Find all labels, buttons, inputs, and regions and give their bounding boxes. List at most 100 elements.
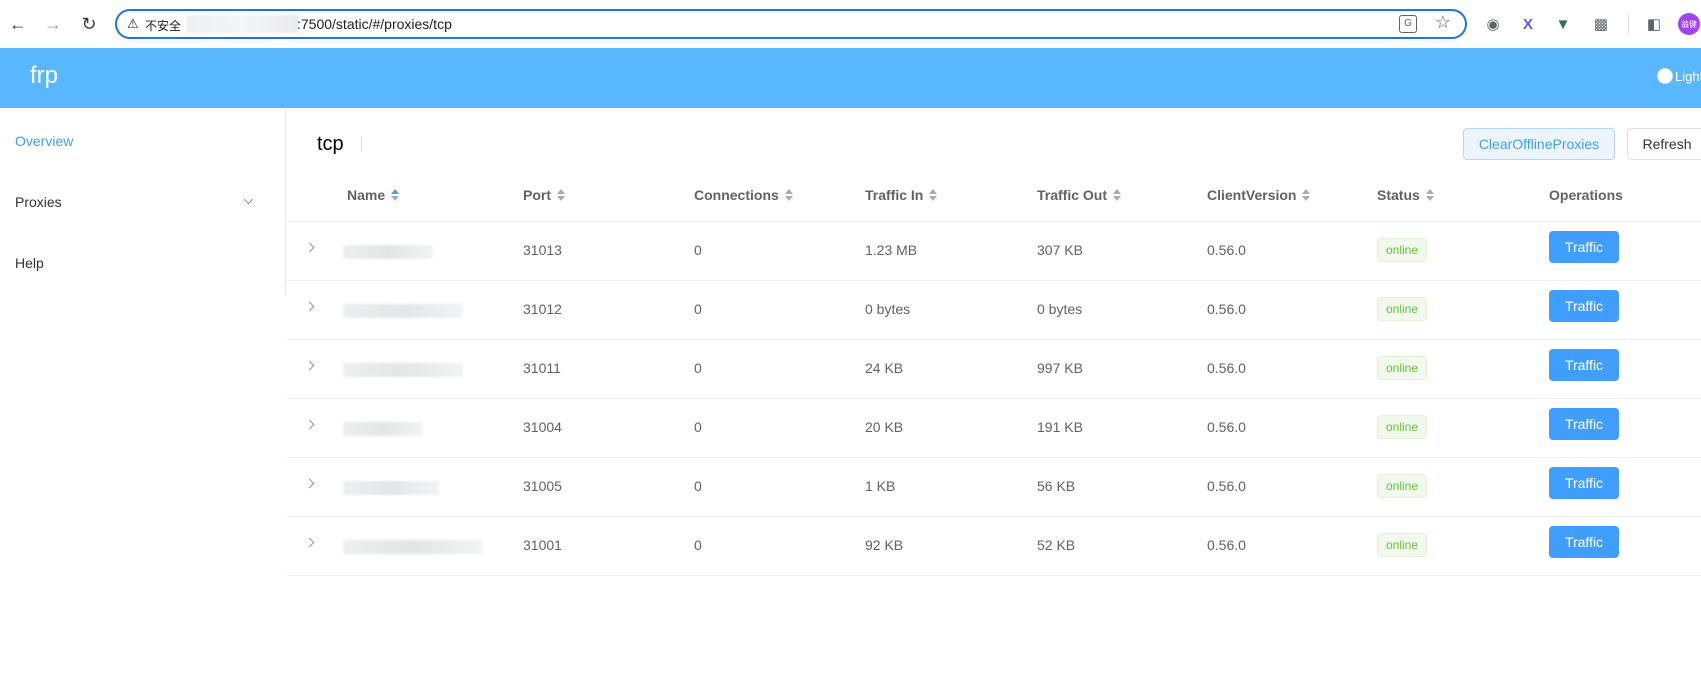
table-row: 31001 0 92 KB 52 KB 0.56.0 online Traffi… [287, 517, 1701, 576]
sort-icon[interactable] [1113, 189, 1122, 201]
column-header-status[interactable]: Status [1377, 187, 1434, 203]
proxy-name-redacted [343, 481, 439, 495]
vue-extension-icon[interactable]: ▼ [1552, 13, 1574, 35]
column-label: Name [347, 187, 386, 203]
column-header-client-version[interactable]: ClientVersion [1207, 187, 1311, 203]
port-cell: 31005 [523, 478, 562, 494]
chevron-down-icon[interactable] [244, 195, 253, 204]
port-cell: 31004 [523, 419, 562, 435]
traffic-button[interactable]: Traffic [1549, 349, 1619, 381]
traffic-in-cell: 1 KB [865, 478, 896, 494]
status-badge: online [1377, 356, 1428, 380]
status-badge: online [1377, 533, 1428, 557]
side-panel-icon[interactable]: ◧ [1643, 13, 1665, 35]
traffic-button[interactable]: Traffic [1549, 408, 1619, 440]
forward-arrow-icon[interactable]: → [41, 12, 65, 36]
insecure-label[interactable]: 不安全 [145, 17, 181, 34]
sidebar-item-overview[interactable]: Overview [15, 133, 73, 149]
client-version-cell: 0.56.0 [1207, 537, 1246, 553]
reload-icon[interactable]: ↻ [77, 12, 101, 36]
client-version-cell: 0.56.0 [1207, 478, 1246, 494]
sidebar-item-proxies[interactable]: Proxies [15, 194, 62, 210]
puzzle-extension-icon[interactable]: ▩ [1590, 13, 1612, 35]
warning-icon[interactable]: ⚠ [127, 16, 139, 32]
x-extension-icon[interactable]: X [1517, 13, 1539, 35]
traffic-out-cell: 0 bytes [1037, 301, 1083, 317]
theme-switch-label: Light [1675, 68, 1701, 84]
traffic-button[interactable]: Traffic [1549, 231, 1619, 263]
client-version-cell: 0.56.0 [1207, 419, 1246, 435]
traffic-button[interactable]: Traffic [1549, 526, 1619, 558]
table-row: 31005 0 1 KB 56 KB 0.56.0 online Traffic [287, 458, 1701, 517]
port-cell: 31001 [523, 537, 562, 553]
profile-avatar[interactable]: 翁健 [1678, 13, 1700, 35]
page-title: tcp [317, 133, 344, 155]
traffic-in-cell: 24 KB [865, 360, 904, 376]
refresh-button[interactable]: Refresh [1627, 128, 1701, 160]
url-text[interactable]: :7500/static/#/proxies/tcp [297, 16, 452, 32]
sort-icon[interactable] [391, 189, 400, 201]
incognito-extension-icon[interactable]: ◉ [1482, 13, 1504, 35]
traffic-button[interactable]: Traffic [1549, 467, 1619, 499]
column-header-operations: Operations [1549, 187, 1623, 203]
main-content: tcp ClearOfflineProxies Refresh Name Por… [287, 108, 1701, 686]
status-badge: online [1377, 474, 1428, 498]
traffic-out-cell: 52 KB [1037, 537, 1076, 553]
sort-icon[interactable] [929, 189, 938, 201]
traffic-button[interactable]: Traffic [1549, 290, 1619, 322]
traffic-in-cell: 0 bytes [865, 301, 911, 317]
traffic-out-cell: 191 KB [1037, 419, 1083, 435]
column-label: Status [1377, 187, 1420, 203]
connections-cell: 0 [694, 360, 702, 376]
theme-switch[interactable]: Light [1657, 68, 1701, 84]
clear-offline-proxies-button[interactable]: ClearOfflineProxies [1463, 128, 1615, 160]
sort-icon[interactable] [1302, 189, 1311, 201]
expand-chevron-icon[interactable] [304, 360, 315, 371]
column-label: Traffic In [865, 187, 924, 203]
url-host-redacted [187, 15, 299, 33]
expand-chevron-icon[interactable] [304, 419, 315, 430]
column-header-traffic-out[interactable]: Traffic Out [1037, 187, 1122, 203]
traffic-in-cell: 92 KB [865, 537, 904, 553]
star-icon[interactable]: ☆ [1435, 12, 1451, 33]
connections-cell: 0 [694, 478, 702, 494]
column-label: Port [523, 187, 551, 203]
expand-chevron-icon[interactable] [304, 301, 315, 312]
proxy-name-redacted [343, 304, 463, 318]
table-row: 31004 0 20 KB 191 KB 0.56.0 online Traff… [287, 399, 1701, 458]
brand-logo[interactable]: frp [30, 62, 58, 90]
column-label: ClientVersion [1207, 187, 1297, 203]
toolbar-divider [1628, 14, 1629, 34]
proxy-name-redacted [343, 363, 463, 377]
back-arrow-icon[interactable]: ← [6, 12, 30, 36]
traffic-in-cell: 20 KB [865, 419, 904, 435]
traffic-in-cell: 1.23 MB [865, 242, 918, 258]
title-divider [361, 136, 362, 152]
column-header-port[interactable]: Port [523, 187, 565, 203]
traffic-out-cell: 307 KB [1037, 242, 1083, 258]
column-label: Connections [694, 187, 779, 203]
sort-icon[interactable] [1425, 189, 1434, 201]
port-cell: 31011 [523, 360, 561, 376]
sort-icon[interactable] [784, 189, 793, 201]
expand-chevron-icon[interactable] [304, 242, 315, 253]
expand-chevron-icon[interactable] [304, 537, 315, 548]
status-badge: online [1377, 238, 1428, 262]
port-cell: 31013 [523, 242, 562, 258]
column-header-traffic-in[interactable]: Traffic In [865, 187, 938, 203]
column-header-connections[interactable]: Connections [694, 187, 793, 203]
port-cell: 31012 [523, 301, 562, 317]
browser-toolbar: ← → ↻ ⚠ 不安全 :7500/static/#/proxies/tcp G… [0, 0, 1701, 48]
sidebar: Overview Proxies Help [0, 108, 286, 296]
table-header: Name Port Connections Traffic In Traffic… [287, 170, 1701, 222]
sidebar-item-help[interactable]: Help [15, 255, 44, 271]
table-row: 31013 0 1.23 MB 307 KB 0.56.0 online Tra… [287, 222, 1701, 281]
expand-chevron-icon[interactable] [304, 478, 315, 489]
switch-knob[interactable] [1657, 68, 1673, 84]
connections-cell: 0 [694, 301, 702, 317]
column-header-name[interactable]: Name [347, 187, 400, 203]
address-bar[interactable]: ⚠ 不安全 :7500/static/#/proxies/tcp G ☆ [115, 9, 1467, 39]
translate-icon[interactable]: G [1399, 15, 1417, 33]
proxy-name-redacted [343, 540, 483, 554]
sort-icon[interactable] [557, 189, 565, 201]
